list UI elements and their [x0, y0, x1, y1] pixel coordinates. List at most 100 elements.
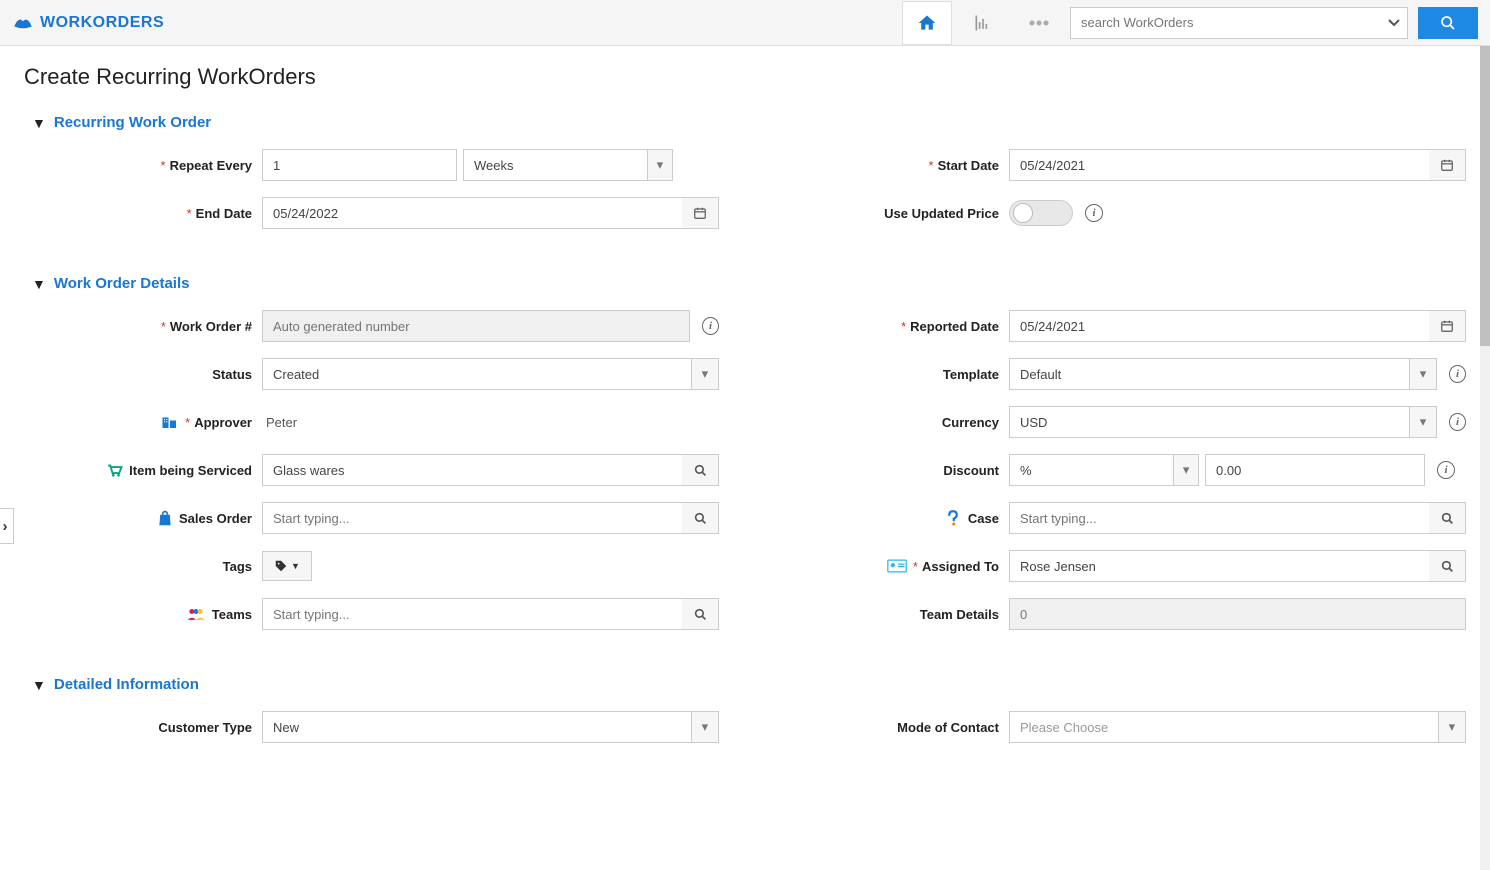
mode-of-contact-select[interactable] — [1009, 711, 1438, 743]
row-end-date: * End Date — [32, 197, 719, 229]
row-reported-date: * Reported Date — [779, 310, 1466, 342]
tags-label: Tags — [223, 559, 252, 574]
scrollbar[interactable] — [1480, 46, 1490, 870]
search-icon[interactable] — [682, 502, 719, 534]
section-detailed-info-header[interactable]: ▼ Detailed Information — [32, 676, 1466, 693]
sales-order-input[interactable] — [262, 502, 682, 534]
search-icon[interactable] — [682, 454, 719, 486]
brand-text: WORKORDERS — [40, 14, 164, 32]
teams-input[interactable] — [262, 598, 682, 630]
row-mode-of-contact: Mode of Contact ▾ — [779, 711, 1466, 743]
home-button[interactable] — [902, 1, 952, 45]
row-customer-type: Customer Type ▾ — [32, 711, 719, 743]
currency-label: Currency — [942, 415, 999, 430]
info-icon[interactable]: i — [1449, 365, 1466, 383]
required-marker: * — [187, 206, 192, 221]
team-details-input — [1009, 598, 1466, 630]
info-icon[interactable]: i — [702, 317, 719, 335]
id-card-icon — [887, 559, 907, 573]
required-marker: * — [185, 415, 190, 430]
template-label: Template — [943, 367, 999, 382]
row-work-order-no: * Work Order # i — [32, 310, 719, 342]
detailed-info-grid: Customer Type ▾ Mode of Contact ▾ — [24, 711, 1466, 759]
search-icon[interactable] — [1429, 502, 1466, 534]
row-discount: Discount ▾ i — [779, 454, 1466, 486]
chevron-down-icon[interactable]: ▾ — [691, 358, 719, 390]
search-icon[interactable] — [682, 598, 719, 630]
people-icon — [186, 607, 206, 621]
scrollbar-thumb[interactable] — [1480, 46, 1490, 346]
chevron-down-icon[interactable]: ▾ — [1173, 454, 1199, 486]
end-date-input[interactable] — [262, 197, 682, 229]
row-template: Template ▾ i — [779, 358, 1466, 390]
required-marker: * — [929, 158, 934, 173]
calendar-icon[interactable] — [1429, 310, 1466, 342]
row-repeat-every: * Repeat Every ▾ — [32, 149, 719, 181]
template-select[interactable] — [1009, 358, 1409, 390]
required-marker: * — [161, 319, 166, 334]
calendar-icon[interactable] — [1429, 149, 1466, 181]
side-expand-tab[interactable]: › — [0, 508, 14, 544]
discount-label: Discount — [943, 463, 999, 478]
tags-button[interactable]: ▼ — [262, 551, 312, 581]
search-input[interactable] — [1070, 7, 1380, 39]
search-dropdown[interactable] — [1380, 7, 1408, 39]
chevron-down-icon[interactable]: ▾ — [691, 711, 719, 743]
updated-price-label: Use Updated Price — [884, 206, 999, 221]
chevron-down-icon[interactable]: ▾ — [1438, 711, 1466, 743]
status-label: Status — [212, 367, 252, 382]
approver-label: Approver — [194, 415, 252, 430]
question-icon — [944, 509, 962, 527]
row-updated-price: Use Updated Price i — [779, 197, 1466, 229]
sales-order-label: Sales Order — [179, 511, 252, 526]
chart-button[interactable] — [958, 1, 1008, 45]
currency-select[interactable] — [1009, 406, 1409, 438]
teams-label: Teams — [212, 607, 252, 622]
search-icon[interactable] — [1429, 550, 1466, 582]
row-status: Status ▾ — [32, 358, 719, 390]
updated-price-toggle[interactable] — [1009, 200, 1073, 226]
case-label: Case — [968, 511, 999, 526]
assigned-to-input[interactable] — [1009, 550, 1429, 582]
reported-date-input[interactable] — [1009, 310, 1429, 342]
row-start-date: * Start Date — [779, 149, 1466, 181]
customer-type-select[interactable] — [262, 711, 691, 743]
start-date-input[interactable] — [1009, 149, 1429, 181]
repeat-every-input[interactable] — [262, 149, 457, 181]
assigned-to-label: Assigned To — [922, 559, 999, 574]
mode-of-contact-label: Mode of Contact — [897, 720, 999, 735]
brand: WORKORDERS — [12, 14, 164, 32]
item-input[interactable] — [262, 454, 682, 486]
chevron-down-icon[interactable]: ▾ — [1409, 358, 1437, 390]
chevron-down-icon[interactable]: ▾ — [1409, 406, 1437, 438]
info-icon[interactable]: i — [1085, 204, 1103, 222]
topbar-right — [902, 1, 1478, 45]
item-label: Item being Serviced — [129, 463, 252, 478]
work-order-input — [262, 310, 690, 342]
row-assigned-to: * Assigned To — [779, 550, 1466, 582]
reported-date-label: Reported Date — [910, 319, 999, 334]
info-icon[interactable]: i — [1449, 413, 1466, 431]
discount-type-select[interactable] — [1009, 454, 1173, 486]
row-team-details: Team Details — [779, 598, 1466, 630]
chevron-down-icon: ▼ — [32, 677, 46, 693]
start-date-label: Start Date — [938, 158, 999, 173]
section-recurring-header[interactable]: ▼ Recurring Work Order — [32, 114, 1466, 131]
status-select[interactable] — [262, 358, 691, 390]
cart-icon — [105, 462, 123, 478]
section-detailed-info-title: Detailed Information — [54, 676, 199, 693]
discount-value-input[interactable] — [1205, 454, 1425, 486]
calendar-icon[interactable] — [682, 197, 719, 229]
content: › Create Recurring WorkOrders ▼ Recurrin… — [0, 46, 1490, 829]
search-button[interactable] — [1418, 7, 1478, 39]
team-details-label: Team Details — [920, 607, 999, 622]
info-icon[interactable]: i — [1437, 461, 1455, 479]
more-button[interactable] — [1014, 1, 1064, 45]
topbar: WORKORDERS — [0, 0, 1490, 46]
chevron-down-icon[interactable]: ▾ — [647, 149, 673, 181]
required-marker: * — [913, 559, 918, 574]
details-grid: * Work Order # i Status ▾ — [24, 310, 1466, 646]
case-input[interactable] — [1009, 502, 1429, 534]
repeat-unit-select[interactable] — [463, 149, 647, 181]
section-details-header[interactable]: ▼ Work Order Details — [32, 275, 1466, 292]
